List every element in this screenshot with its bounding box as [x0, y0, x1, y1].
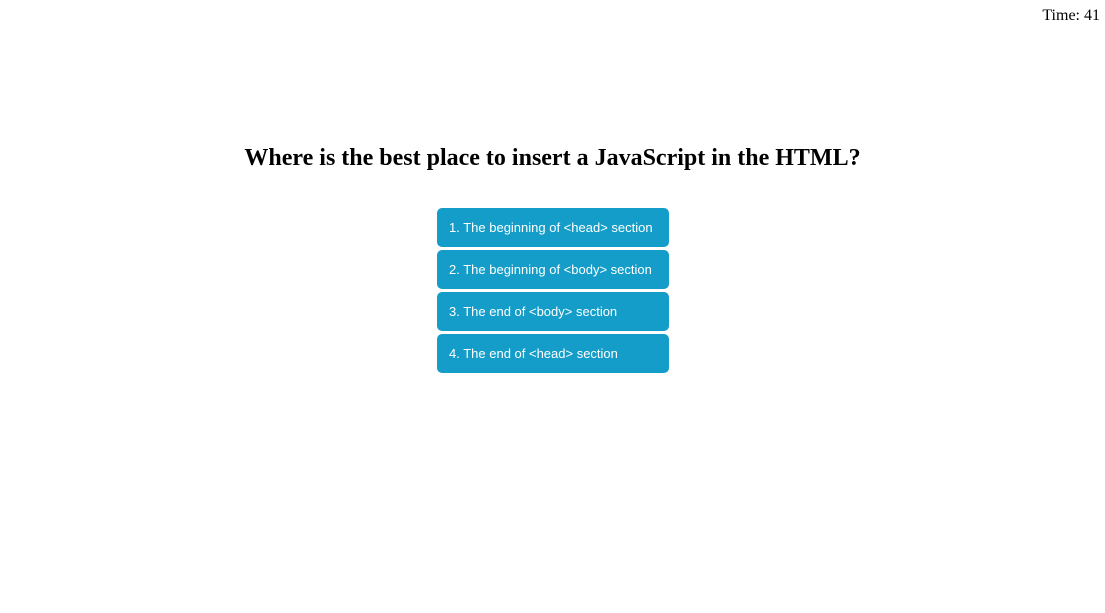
answer-button-4[interactable]: 4. The end of <head> section [437, 334, 669, 373]
question-text: Where is the best place to insert a Java… [244, 145, 861, 171]
timer: Time: 41 [1042, 7, 1100, 25]
timer-value: 41 [1084, 7, 1100, 24]
timer-label: Time: [1042, 7, 1080, 24]
answer-list: 1. The beginning of <head> section 2. Th… [437, 208, 669, 376]
answer-button-3[interactable]: 3. The end of <body> section [437, 292, 669, 331]
answer-button-1[interactable]: 1. The beginning of <head> section [437, 208, 669, 247]
answer-button-2[interactable]: 2. The beginning of <body> section [437, 250, 669, 289]
